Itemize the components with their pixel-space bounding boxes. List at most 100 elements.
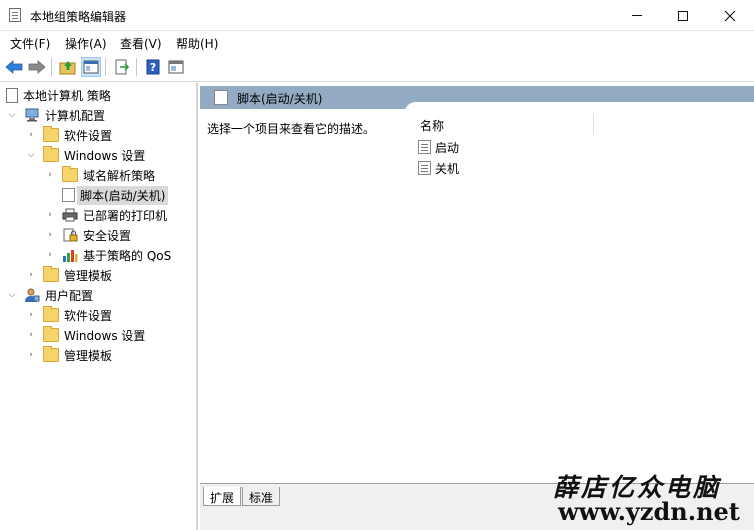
script-icon (62, 188, 75, 202)
security-lock-icon (62, 228, 78, 242)
properties-icon (168, 60, 184, 74)
tree-node-windows-settings[interactable]: ⌵ Windows 设置 (25, 145, 145, 165)
tree-node-label: 计算机配置 (45, 108, 106, 123)
close-button[interactable] (707, 0, 753, 31)
list-item-startup[interactable]: 启动 (418, 138, 459, 156)
minimize-icon (632, 15, 642, 16)
tab-extended[interactable]: 扩展 (203, 487, 242, 506)
chevron-right-icon[interactable]: › (25, 329, 37, 341)
tree-node-label: 基于策略的 QoS (83, 248, 172, 263)
item-description: 选择一个项目来查看它的描述。 (207, 122, 376, 136)
tree-node-scripts-startup-shutdown[interactable]: 脚本(启动/关机) (62, 185, 169, 205)
list-item-label: 启动 (435, 140, 460, 155)
toolbar-separator (136, 58, 137, 76)
toolbar-separator (105, 58, 106, 76)
tree-node-label: 管理模板 (64, 348, 113, 363)
folder-icon (43, 146, 59, 162)
policy-document-icon (6, 87, 18, 103)
chevron-down-icon[interactable]: ⌵ (6, 289, 18, 301)
title-bar: 本地组策略编辑器 (0, 0, 754, 31)
folder-icon (43, 346, 59, 362)
chevron-down-icon[interactable]: ⌵ (6, 109, 18, 121)
back-button[interactable] (4, 57, 24, 77)
tree-node-label: 软件设置 (64, 308, 113, 323)
details-pane: 脚本(启动/关机) 选择一个项目来查看它的描述。 名称 启动 关机 (200, 83, 754, 483)
tree-node-label: 已部署的打印机 (83, 208, 168, 223)
tree-node-security-settings[interactable]: › 安全设置 (44, 225, 131, 245)
svg-text:?: ? (150, 61, 156, 74)
chevron-right-icon[interactable]: › (44, 229, 56, 241)
forward-arrow-icon (28, 60, 46, 74)
forward-button[interactable] (27, 57, 47, 77)
chevron-right-icon[interactable]: › (25, 129, 37, 141)
folder-icon (62, 166, 78, 182)
tree-node-label: 本地计算机 策略 (23, 88, 111, 103)
tab-standard[interactable]: 标准 (242, 487, 281, 506)
export-list-button[interactable] (112, 57, 132, 77)
tree-node-user-software-settings[interactable]: › 软件设置 (25, 305, 112, 325)
maximize-button[interactable] (660, 0, 706, 31)
folder-icon (43, 266, 59, 282)
header-curve-decoration (404, 102, 754, 122)
up-folder-icon (59, 61, 76, 75)
policy-editor-app-icon (9, 8, 21, 22)
computer-icon (24, 108, 40, 122)
chevron-right-icon[interactable]: › (25, 269, 37, 281)
console-tree: 本地计算机 策略 ⌵ 计算机配置 › 软件设置 ⌵ Windows 设置 › 域… (0, 83, 198, 530)
menu-action[interactable]: 操作(A) (65, 35, 107, 52)
column-divider[interactable] (593, 113, 594, 135)
tree-node-label: Windows 设置 (64, 328, 146, 343)
chevron-right-icon[interactable]: › (44, 209, 56, 221)
show-hide-tree-icon (83, 60, 99, 74)
chevron-right-icon[interactable]: › (44, 249, 56, 261)
tree-node-software-settings[interactable]: › 软件设置 (25, 125, 112, 145)
tree-node-user-admin-templates[interactable]: › 管理模板 (25, 345, 112, 365)
tree-node-policy-based-qos[interactable]: › 基于策略的 QoS (44, 245, 171, 265)
tree-node-name-resolution-policy[interactable]: › 域名解析策略 (44, 165, 155, 185)
tree-node-user-config[interactable]: ⌵ 用户配置 (6, 285, 93, 305)
back-arrow-icon (5, 60, 23, 74)
tree-node-computer-config[interactable]: ⌵ 计算机配置 (6, 105, 105, 125)
window-title: 本地组策略编辑器 (30, 10, 127, 24)
properties-button[interactable] (166, 57, 186, 77)
script-icon (214, 90, 228, 105)
menu-file[interactable]: 文件(F) (10, 35, 50, 52)
chevron-right-icon[interactable]: › (25, 349, 37, 361)
watermark-url: www.yzdn.net (558, 497, 740, 526)
chevron-right-icon[interactable]: › (44, 169, 56, 181)
folder-icon (43, 126, 59, 142)
list-item-label: 关机 (435, 161, 460, 176)
details-header-title: 脚本(启动/关机) (237, 92, 323, 106)
toolbar: ? (0, 53, 754, 82)
tree-node-admin-templates[interactable]: › 管理模板 (25, 265, 112, 285)
menu-help[interactable]: 帮助(H) (176, 35, 218, 52)
tree-node-deployed-printers[interactable]: › 已部署的打印机 (44, 205, 167, 225)
printer-icon (62, 208, 78, 222)
tree-node-label: 用户配置 (45, 288, 94, 303)
up-one-level-button[interactable] (58, 57, 78, 77)
minimize-button[interactable] (614, 0, 660, 31)
tree-node-label: 管理模板 (64, 268, 113, 283)
list-item-shutdown[interactable]: 关机 (418, 159, 459, 177)
menu-view[interactable]: 查看(V) (120, 35, 162, 52)
tree-node-label: 脚本(启动/关机) (77, 185, 169, 205)
export-list-icon (115, 59, 130, 75)
chevron-right-icon[interactable]: › (25, 309, 37, 321)
menu-bar: 文件(F) 操作(A) 查看(V) 帮助(H) (0, 31, 754, 53)
toolbar-separator (51, 58, 52, 76)
tree-node-local-computer-policy[interactable]: 本地计算机 策略 (6, 85, 111, 105)
folder-icon (43, 306, 59, 322)
script-icon (418, 140, 431, 154)
tree-node-label: 软件设置 (64, 128, 113, 143)
column-header-name[interactable]: 名称 (420, 117, 444, 134)
script-icon (418, 161, 431, 175)
bar-chart-icon (62, 248, 78, 262)
help-button[interactable]: ? (143, 57, 163, 77)
tree-node-user-windows-settings[interactable]: › Windows 设置 (25, 325, 145, 345)
user-icon (24, 288, 40, 302)
close-icon (724, 10, 736, 21)
chevron-down-icon[interactable]: ⌵ (25, 149, 37, 161)
tree-node-label: 域名解析策略 (83, 168, 156, 183)
tree-node-label: Windows 设置 (64, 148, 146, 163)
show-hide-console-tree-button[interactable] (81, 57, 101, 77)
